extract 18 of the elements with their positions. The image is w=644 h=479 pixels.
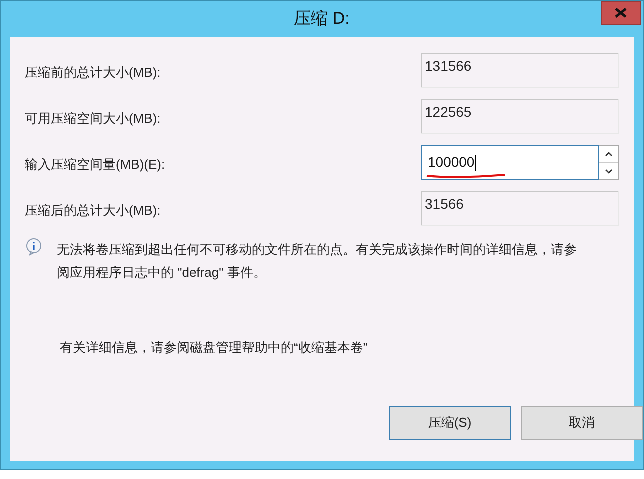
dialog-button[interactable]: 压缩(S) xyxy=(389,406,511,440)
field-label: 压缩前的总计大小(MB): xyxy=(25,64,162,82)
help-text: 有关详细信息，请参阅磁盘管理帮助中的“收缩基本卷” xyxy=(60,339,369,357)
close-button[interactable] xyxy=(601,1,641,25)
field-label: 输入压缩空间量(MB)(E): xyxy=(25,156,166,174)
caret-up-icon xyxy=(604,152,612,156)
readonly-field: 31566 xyxy=(421,191,619,226)
window-title: 压缩 D: xyxy=(294,8,350,30)
dialog-button[interactable]: 取消 xyxy=(521,406,643,440)
readonly-field: 131566 xyxy=(421,53,619,88)
caret-down-icon xyxy=(604,168,612,174)
field-label: 压缩后的总计大小(MB): xyxy=(25,202,162,220)
info-icon xyxy=(25,238,43,256)
input-field[interactable]: 100000 xyxy=(421,145,599,180)
readonly-field: 122565 xyxy=(421,99,619,134)
close-icon xyxy=(615,8,627,18)
field-label: 可用压缩空间大小(MB): xyxy=(25,110,162,128)
info-message: 无法将卷压缩到超出任何不可移动的文件所在的点。有关完成该操作时间的详细信息，请参阅应用程序日志中的 "defrag" 事件。 xyxy=(57,241,577,282)
